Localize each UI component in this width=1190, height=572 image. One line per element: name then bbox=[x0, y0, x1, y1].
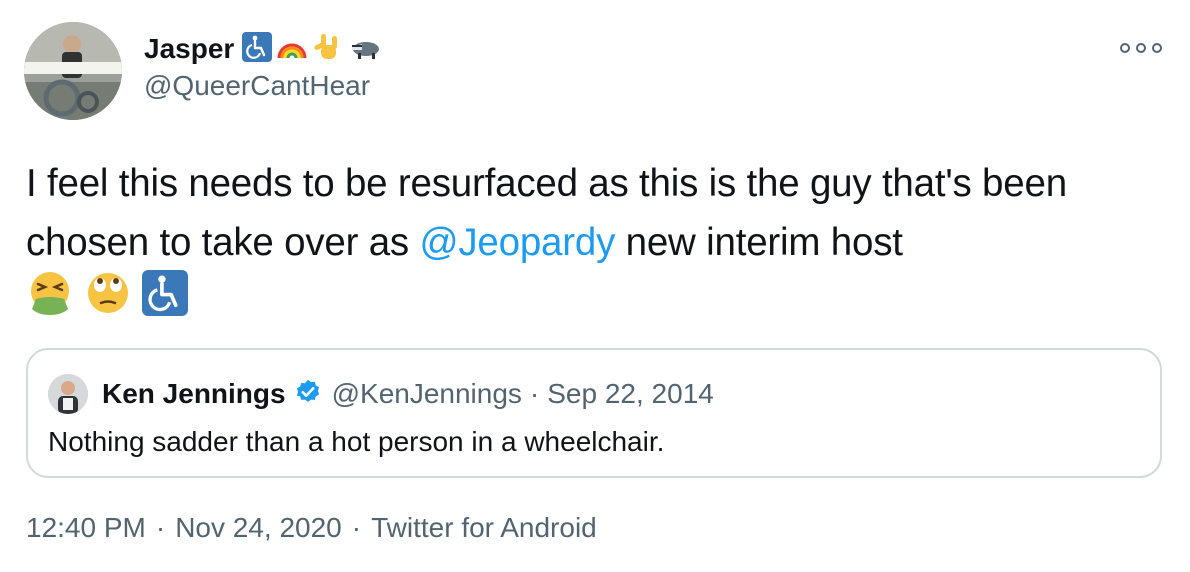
tweet-text: I feel this needs to be resurfaced as th… bbox=[26, 154, 1166, 331]
more-dot-icon bbox=[1120, 43, 1130, 53]
footer-separator: · bbox=[155, 512, 166, 543]
rainbow-icon bbox=[276, 32, 308, 67]
quoted-date: Sep 22, 2014 bbox=[547, 378, 714, 409]
eye-roll-face-icon bbox=[84, 269, 132, 334]
quoted-meta-separator: · bbox=[529, 378, 540, 409]
vomiting-face-icon bbox=[26, 269, 74, 334]
more-dot-icon bbox=[1152, 43, 1162, 53]
quoted-tweet-header: Ken Jennings @KenJennings · Sep 22, 2014 bbox=[48, 374, 714, 414]
verified-badge-icon bbox=[294, 378, 322, 411]
tweet-source-link[interactable]: Twitter for Android bbox=[371, 512, 597, 544]
quoted-text: Nothing sadder than a hot person in a wh… bbox=[48, 426, 665, 457]
author-name-emojis bbox=[242, 31, 384, 68]
mention-link[interactable]: @Jeopardy bbox=[419, 221, 615, 264]
wheelchair-icon bbox=[142, 270, 188, 333]
wheelchair-icon bbox=[242, 31, 273, 67]
quoted-handle: @KenJennings bbox=[331, 378, 522, 409]
tweet-footer: 12:40 PM · Nov 24, 2020 · Twitter for An… bbox=[26, 512, 597, 544]
love-you-hand-icon bbox=[312, 31, 344, 68]
author-name-row: Jasper bbox=[144, 30, 384, 68]
tweet-text-after: new interim host bbox=[615, 221, 903, 264]
quoted-avatar-photo bbox=[48, 374, 88, 414]
more-options-button[interactable] bbox=[1120, 38, 1162, 58]
tweet-time[interactable]: 12:40 PM bbox=[26, 512, 146, 544]
tweet-emoji-row bbox=[26, 269, 1166, 334]
quoted-author-avatar bbox=[48, 374, 88, 414]
quoted-display-name: Ken Jennings bbox=[102, 378, 286, 409]
avatar-photo bbox=[24, 22, 122, 120]
more-dot-icon bbox=[1136, 43, 1146, 53]
badger-icon bbox=[348, 33, 384, 66]
author-info: Jasper @QueerCantHear bbox=[144, 30, 384, 102]
quoted-tweet[interactable]: Ken Jennings @KenJennings · Sep 22, 2014… bbox=[26, 348, 1162, 478]
footer-separator: · bbox=[351, 512, 362, 543]
author-handle[interactable]: @QueerCantHear bbox=[144, 70, 384, 102]
author-avatar[interactable] bbox=[24, 22, 122, 120]
tweet-date[interactable]: Nov 24, 2020 bbox=[175, 512, 342, 544]
author-display-name[interactable]: Jasper bbox=[144, 33, 234, 65]
